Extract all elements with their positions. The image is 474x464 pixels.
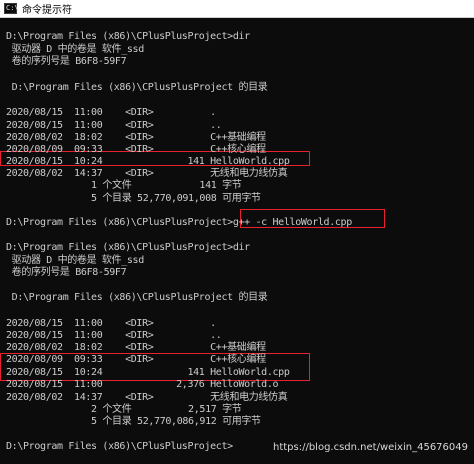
console-line: 驱动器 D 中的卷是 软件_ssd	[6, 44, 145, 55]
console-icon: C:\	[4, 3, 19, 14]
console-line: 2020/08/09 09:33 <DIR> C++核心编程	[6, 144, 266, 155]
title-bar: C:\ 命令提示符	[0, 0, 474, 18]
window-title: 命令提示符	[22, 5, 72, 16]
console-line: D:\Program Files (x86)\CPlusPlusProject …	[6, 292, 268, 303]
console-line: 2020/08/15 10:24 141 HelloWorld.cpp	[6, 367, 290, 378]
console-line: 2020/08/02 14:37 <DIR> 无线和电力线仿真	[6, 392, 288, 403]
console-line: 2020/08/15 11:00 <DIR> .	[6, 107, 216, 118]
console-line: 卷的序列号是 B6F8-59F7	[6, 56, 127, 67]
console-line: 2020/08/15 11:00 <DIR> ..	[6, 330, 222, 341]
console-line: 5 个目录 52,770,091,008 可用字节	[6, 193, 261, 204]
console-output[interactable]: D:\Program Files (x86)\CPlusPlusProject>…	[0, 20, 474, 464]
console-line: 1 个文件 141 字节	[6, 180, 242, 191]
console-line: 2020/08/09 09:33 <DIR> C++核心编程	[6, 354, 266, 365]
console-line: 2020/08/15 10:24 141 HelloWorld.cpp	[6, 156, 290, 167]
console-line: 2020/08/02 18:02 <DIR> C++基础编程	[6, 342, 266, 353]
console-line: 5 个目录 52,770,086,912 可用字节	[6, 416, 261, 427]
console-line: 2020/08/15 11:00 2,376 HelloWorld.o	[6, 379, 279, 390]
console-line: 驱动器 D 中的卷是 软件_ssd	[6, 255, 145, 266]
console-line: D:\Program Files (x86)\CPlusPlusProject>	[6, 441, 233, 452]
console-line: 卷的序列号是 B6F8-59F7	[6, 267, 127, 278]
console-line: 2 个文件 2,517 字节	[6, 404, 242, 415]
console-line: D:\Program Files (x86)\CPlusPlusProject>…	[6, 217, 352, 228]
console-line: 2020/08/02 18:02 <DIR> C++基础编程	[6, 132, 266, 143]
console-line: D:\Program Files (x86)\CPlusPlusProject>…	[6, 31, 250, 42]
watermark: https://blog.csdn.net/weixin_45676049	[272, 442, 468, 453]
console-line: 2020/08/15 11:00 <DIR> ..	[6, 120, 222, 131]
console-line: 2020/08/15 11:00 <DIR> .	[6, 318, 216, 329]
console-line: D:\Program Files (x86)\CPlusPlusProject …	[6, 82, 268, 93]
console-line: D:\Program Files (x86)\CPlusPlusProject>…	[6, 242, 250, 253]
console-line: 2020/08/02 14:37 <DIR> 无线和电力线仿真	[6, 168, 288, 179]
